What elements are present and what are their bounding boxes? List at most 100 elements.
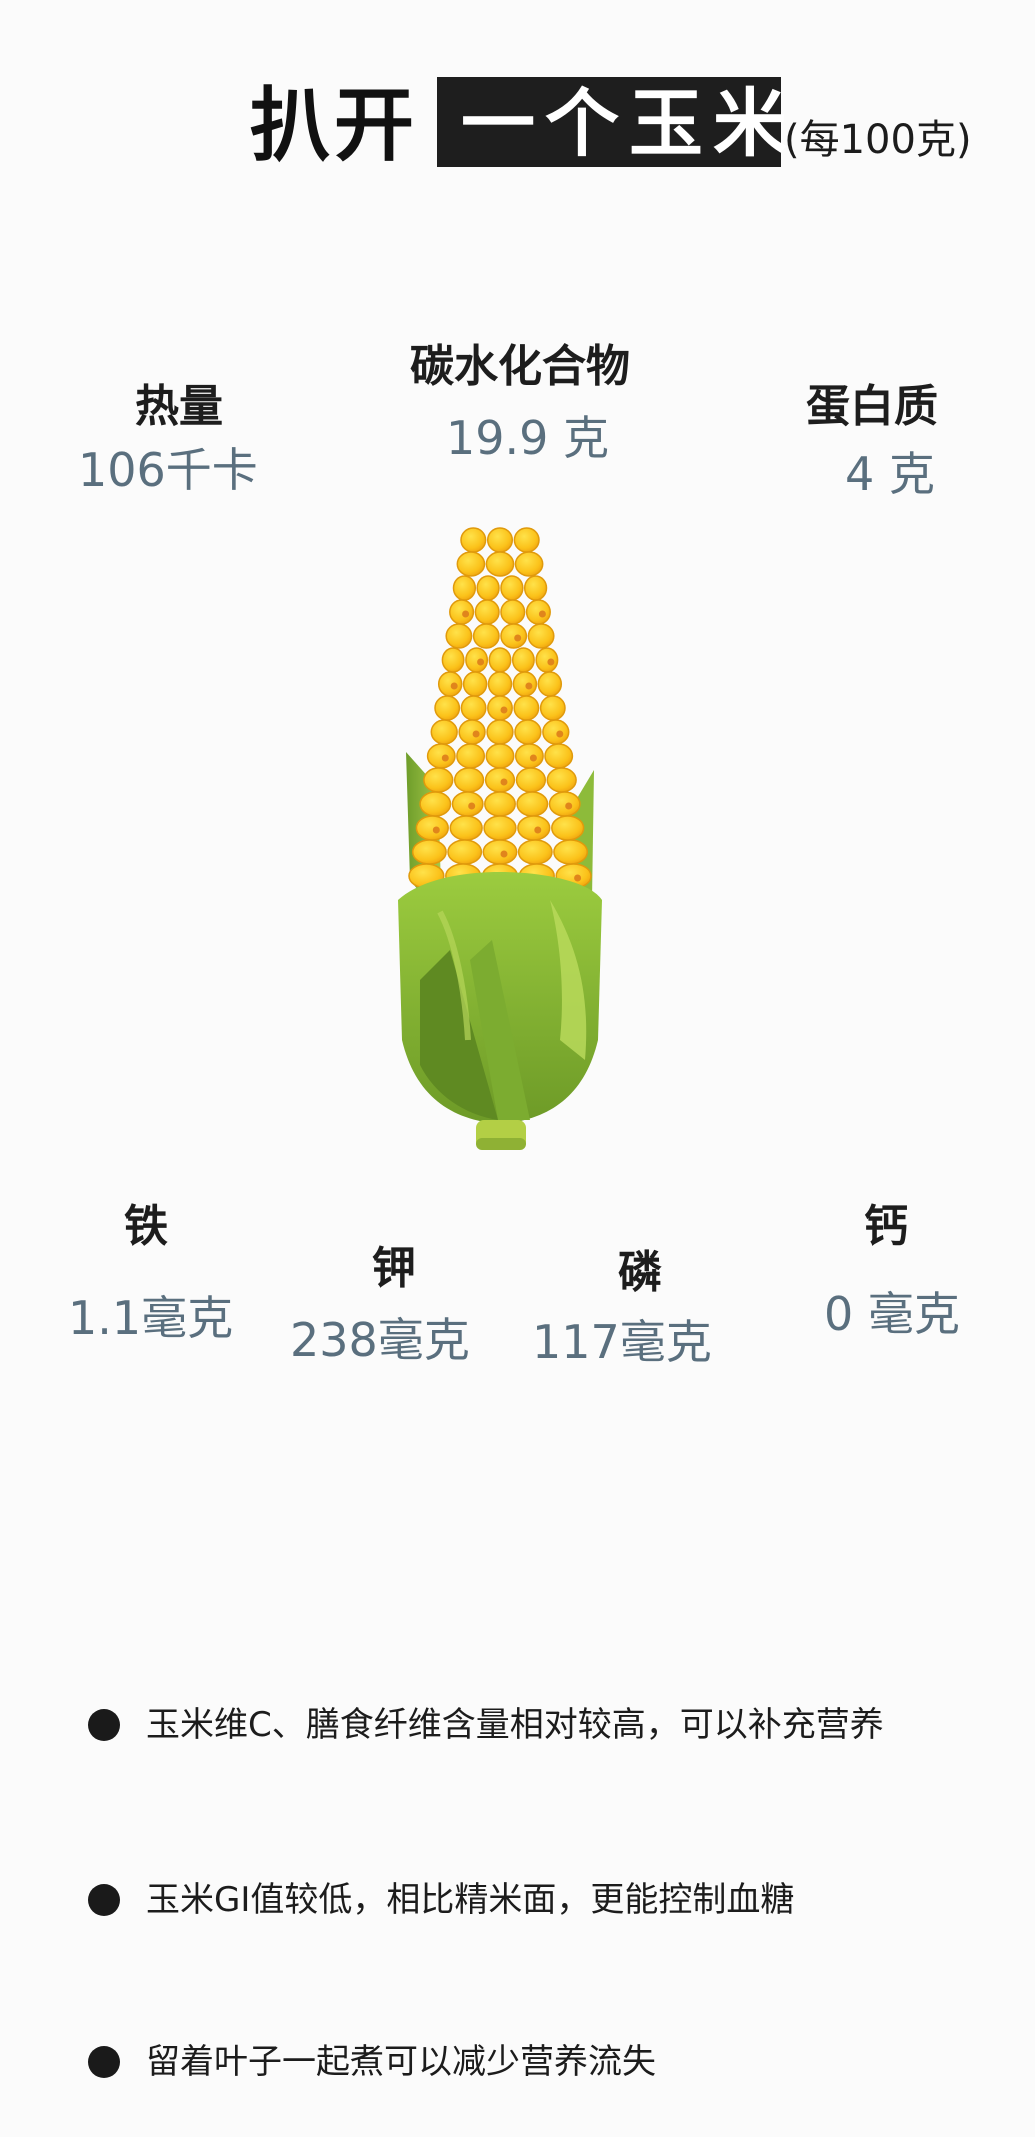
corn-kernel xyxy=(514,551,544,577)
corn-kernel xyxy=(445,623,473,649)
corn-kernel xyxy=(525,599,551,625)
corn-kernel xyxy=(483,815,517,841)
phosphorus-value: 117毫克 xyxy=(532,1315,712,1369)
protein-label: 蛋白质 xyxy=(806,381,938,432)
corn-kernel xyxy=(516,791,549,817)
kernel-spot xyxy=(565,802,573,810)
corn-kernel xyxy=(500,575,524,601)
corn-kernel xyxy=(456,743,486,769)
note-text: 玉米维C、膳食纤维含量相对较高，可以补充营养 xyxy=(146,1705,884,1745)
corn-kernel xyxy=(544,743,574,769)
corn-kernel xyxy=(465,647,489,673)
corn-kernel xyxy=(553,839,589,865)
corn-kernel xyxy=(451,791,484,817)
phosphorus-label: 磷 xyxy=(618,1247,662,1298)
bullet-dot-icon xyxy=(88,1709,120,1741)
corn-kernel xyxy=(546,767,577,793)
corn-kernel xyxy=(484,791,516,817)
title-unit-note: (每100克) xyxy=(784,117,972,163)
corn-kernel xyxy=(539,695,566,721)
kernel-spot xyxy=(574,874,582,882)
note-text: 留着叶子一起煮可以减少营养流失 xyxy=(146,2042,656,2082)
corn-kernel xyxy=(515,767,547,793)
corn-kernel xyxy=(486,719,514,745)
bullet-dot-icon xyxy=(88,2046,120,2078)
corn-kernel xyxy=(430,719,458,745)
corn-kernel xyxy=(411,839,447,865)
corn-cob xyxy=(408,527,592,889)
corn-kernel xyxy=(513,695,540,721)
kernel-spot xyxy=(529,754,537,762)
corn-kernel xyxy=(460,527,487,553)
kernel-spot xyxy=(472,730,480,738)
corn-kernel xyxy=(535,647,559,673)
corn-kernel xyxy=(523,575,548,601)
kernel-spot xyxy=(525,682,533,690)
corn-kernel xyxy=(449,815,483,841)
corn-kernel xyxy=(488,647,512,673)
corn-kernel xyxy=(537,671,563,697)
corn-kernel xyxy=(462,671,488,697)
corn-kernel xyxy=(551,815,585,841)
kernel-spot xyxy=(477,658,485,666)
note-item: 留着叶子一起煮可以减少营养流失 xyxy=(88,2032,656,2092)
corn-kernel xyxy=(512,671,538,697)
corn-kernel xyxy=(514,719,542,745)
kernel-spot xyxy=(468,802,476,810)
corn-kernel xyxy=(472,623,500,649)
kernel-spot xyxy=(450,682,458,690)
corn-kernel xyxy=(426,743,456,769)
corn-kernel xyxy=(453,767,485,793)
corn-kernel xyxy=(517,815,551,841)
corn-kernel xyxy=(423,767,454,793)
corn-kernel xyxy=(458,719,486,745)
kernel-spot xyxy=(500,706,508,714)
protein-value: 4 克 xyxy=(845,447,935,501)
corn-kernel xyxy=(447,839,483,865)
potassium-value: 238毫克 xyxy=(290,1313,470,1367)
corn-kernel xyxy=(485,743,515,769)
corn-kernel xyxy=(517,839,553,865)
bullet-dot-icon xyxy=(88,1884,120,1916)
corn-kernel xyxy=(500,599,526,625)
corn-kernel xyxy=(542,719,570,745)
kernel-spot xyxy=(547,658,555,666)
corn-kernel xyxy=(434,695,461,721)
corn-kernel xyxy=(482,839,518,865)
kernel-spot xyxy=(514,634,522,642)
corn-kernel xyxy=(484,767,516,793)
kernel-spot xyxy=(441,754,449,762)
kernel-spot xyxy=(432,826,440,834)
corn-kernel xyxy=(449,599,475,625)
kernel-spot xyxy=(500,850,508,858)
corn-illustration xyxy=(398,527,602,1150)
iron-label: 铁 xyxy=(124,1201,168,1252)
corn-kernel xyxy=(460,695,487,721)
calcium-value: 0 毫克 xyxy=(824,1287,960,1341)
kernel-spot xyxy=(462,610,470,618)
kernel-spot xyxy=(556,730,564,738)
title-highlight: 一个玉米 xyxy=(461,81,797,167)
corn-kernel xyxy=(415,815,449,841)
carbs-label: 碳水化合物 xyxy=(410,341,630,392)
note-item: 玉米GI值较低，相比精米面，更能控制血糖 xyxy=(88,1870,794,1930)
kernel-spot xyxy=(500,778,508,786)
carbs-value: 19.9 克 xyxy=(446,411,610,465)
corn-kernel xyxy=(500,623,528,649)
kernel-spot xyxy=(538,610,546,618)
iron-value: 1.1毫克 xyxy=(68,1291,234,1345)
corn-kernel xyxy=(474,599,500,625)
calories-value: 106千卡 xyxy=(78,443,258,497)
corn-kernel xyxy=(486,527,514,553)
note-text: 玉米GI值较低，相比精米面，更能控制血糖 xyxy=(146,1880,795,1920)
calories-label: 热量 xyxy=(135,381,223,432)
corn-kernel xyxy=(441,647,465,673)
potassium-label: 钾 xyxy=(372,1243,416,1294)
calcium-label: 钙 xyxy=(864,1201,908,1252)
corn-kernel xyxy=(437,671,463,697)
corn-kernel xyxy=(476,575,500,601)
corn-kernel xyxy=(527,623,555,649)
corn-kernel xyxy=(487,671,513,697)
corn-kernel xyxy=(514,743,544,769)
note-item: 玉米维C、膳食纤维含量相对较高，可以补充营养 xyxy=(88,1695,884,1755)
